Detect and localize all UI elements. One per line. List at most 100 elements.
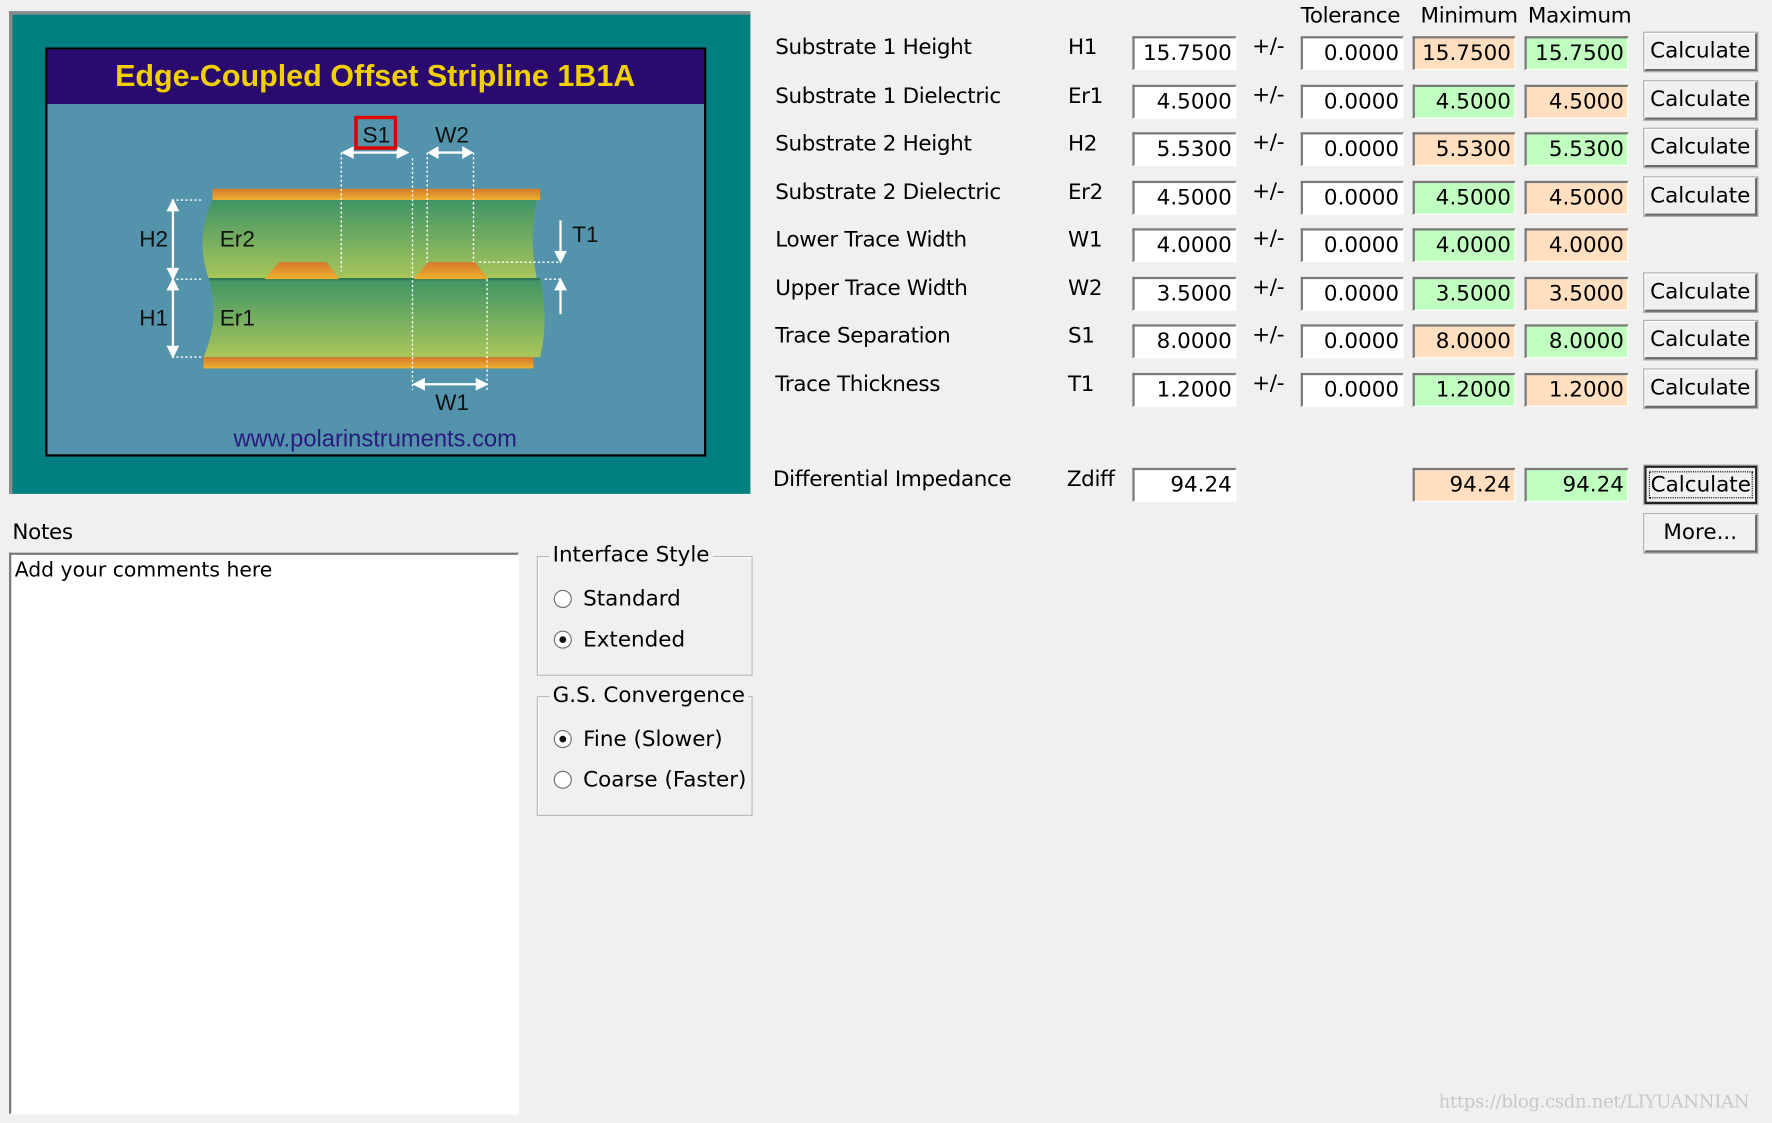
radio-label: Extended [583, 627, 686, 653]
plus-minus-label: +/- [1252, 129, 1285, 155]
diagram-title: Edge-Coupled Offset Stripline 1B1A [115, 59, 635, 93]
label-er1: Er1 [220, 305, 255, 330]
calculate-zdiff-label: Calculate [1648, 471, 1754, 499]
calculate-zdiff-button[interactable]: Calculate [1643, 464, 1759, 506]
result-label: Differential Impedance [772, 466, 1012, 492]
calculate-h2-button[interactable]: Calculate [1643, 127, 1759, 169]
calculate-h1-button[interactable]: Calculate [1643, 31, 1759, 73]
param-label: Trace Separation [775, 323, 951, 349]
zdiff-max-field[interactable]: 94.24 [1524, 467, 1629, 502]
radio-circle[interactable] [553, 630, 572, 649]
label-w1: W1 [435, 390, 469, 415]
param-symbol: Er2 [1067, 179, 1103, 205]
plus-minus-label: +/- [1252, 274, 1285, 300]
plus-minus-label: +/- [1252, 82, 1285, 108]
label-h1: H1 [139, 305, 168, 330]
result-symbol: Zdiff [1066, 466, 1115, 492]
label-s1: S1 [363, 122, 391, 147]
param-label: Substrate 1 Height [775, 35, 972, 60]
calculate-w2-button[interactable]: Calculate [1643, 272, 1759, 314]
param-value-field[interactable]: 5.5300 [1132, 132, 1237, 167]
bottom-ground-plane [203, 357, 534, 369]
diagram-url: www.polarinstruments.com [232, 426, 516, 452]
param-label: Trace Thickness [775, 371, 941, 397]
more-button[interactable]: More... [1643, 513, 1759, 554]
param-value-field[interactable]: 4.5000 [1132, 84, 1237, 119]
radio-fine[interactable]: Fine (Slower) [553, 726, 723, 752]
param-label: Upper Trace Width [775, 275, 968, 301]
param-min-field[interactable]: 1.2000 [1412, 372, 1516, 407]
param-min-field[interactable]: 4.0000 [1412, 228, 1516, 263]
param-value-field[interactable]: 8.0000 [1132, 324, 1237, 359]
header-minimum: Minimum [1420, 3, 1518, 29]
zdiff-field[interactable]: 94.24 [1132, 467, 1237, 502]
label-w2: W2 [435, 122, 469, 147]
plus-minus-label: +/- [1252, 178, 1285, 204]
plus-minus-label: +/- [1252, 226, 1285, 251]
param-label: Substrate 2 Dielectric [775, 179, 1001, 205]
param-tolerance-field[interactable]: 0.0000 [1300, 324, 1404, 359]
radio-circle[interactable] [553, 770, 572, 789]
notes-label: Notes [12, 519, 73, 545]
plus-minus-label: +/- [1252, 322, 1285, 347]
notes-textarea[interactable]: Add your comments here [9, 552, 519, 1115]
plus-minus-label: +/- [1252, 33, 1285, 59]
label-h2: H2 [139, 226, 168, 251]
param-symbol: S1 [1067, 323, 1095, 349]
param-tolerance-field[interactable]: 0.0000 [1300, 36, 1404, 71]
param-symbol: W2 [1067, 275, 1103, 301]
param-max-field[interactable]: 4.0000 [1524, 228, 1629, 263]
param-value-field[interactable]: 4.5000 [1132, 180, 1237, 215]
radio-label: Coarse (Faster) [583, 767, 747, 793]
gs-convergence-group: G.S. Convergence Fine (Slower) Coarse (F… [536, 682, 753, 816]
calculate-s1-button[interactable]: Calculate [1643, 319, 1759, 361]
param-tolerance-field[interactable]: 0.0000 [1300, 276, 1404, 311]
radio-coarse[interactable]: Coarse (Faster) [553, 767, 747, 793]
param-min-field[interactable]: 5.5300 [1412, 132, 1516, 167]
watermark: https://blog.csdn.net/LIYUANNIAN [1438, 1090, 1750, 1113]
radio-extended[interactable]: Extended [553, 627, 686, 653]
calculate-t1-button[interactable]: Calculate [1643, 368, 1759, 410]
gs-convergence-title: G.S. Convergence [549, 682, 749, 708]
param-value-field[interactable]: 1.2000 [1132, 372, 1237, 407]
radio-label: Fine (Slower) [583, 726, 723, 752]
param-value-field[interactable]: 3.5000 [1132, 276, 1237, 311]
param-max-field[interactable]: 15.7500 [1524, 36, 1629, 71]
param-min-field[interactable]: 4.5000 [1412, 180, 1516, 215]
stripline-diagram: Edge-Coupled Offset Stripline 1B1A S1 W2… [45, 47, 707, 457]
radio-standard[interactable]: Standard [553, 586, 681, 612]
param-max-field[interactable]: 4.5000 [1524, 84, 1629, 119]
param-min-field[interactable]: 15.7500 [1412, 36, 1516, 71]
param-tolerance-field[interactable]: 0.0000 [1300, 228, 1404, 263]
param-symbol: W1 [1067, 227, 1103, 253]
param-max-field[interactable]: 3.5000 [1524, 276, 1629, 311]
header-tolerance: Tolerance [1300, 3, 1401, 29]
radio-label: Standard [583, 586, 681, 612]
calculate-er1-button[interactable]: Calculate [1643, 80, 1759, 121]
param-symbol: H2 [1067, 131, 1098, 156]
radio-circle[interactable] [553, 589, 572, 608]
param-label: Lower Trace Width [775, 227, 967, 253]
param-tolerance-field[interactable]: 0.0000 [1300, 84, 1404, 119]
plus-minus-label: +/- [1252, 370, 1285, 396]
calculate-er2-button[interactable]: Calculate [1643, 176, 1759, 217]
interface-style-group: Interface Style Standard Extended [536, 542, 753, 676]
param-max-field[interactable]: 8.0000 [1524, 324, 1629, 359]
param-max-field[interactable]: 5.5300 [1524, 132, 1629, 167]
param-tolerance-field[interactable]: 0.0000 [1300, 132, 1404, 167]
param-min-field[interactable]: 4.5000 [1412, 84, 1516, 119]
param-max-field[interactable]: 1.2000 [1524, 372, 1629, 407]
param-max-field[interactable]: 4.5000 [1524, 180, 1629, 215]
param-min-field[interactable]: 3.5000 [1412, 276, 1516, 311]
header-maximum: Maximum [1527, 3, 1632, 29]
param-tolerance-field[interactable]: 0.0000 [1300, 372, 1404, 407]
param-min-field[interactable]: 8.0000 [1412, 324, 1516, 359]
radio-circle[interactable] [553, 730, 572, 749]
zdiff-min-field[interactable]: 94.24 [1412, 467, 1516, 502]
label-t1: T1 [572, 222, 598, 247]
param-value-field[interactable]: 4.0000 [1132, 228, 1237, 263]
param-symbol: H1 [1067, 35, 1098, 60]
param-label: Substrate 2 Height [775, 131, 972, 156]
param-tolerance-field[interactable]: 0.0000 [1300, 180, 1404, 215]
param-value-field[interactable]: 15.7500 [1132, 36, 1237, 71]
